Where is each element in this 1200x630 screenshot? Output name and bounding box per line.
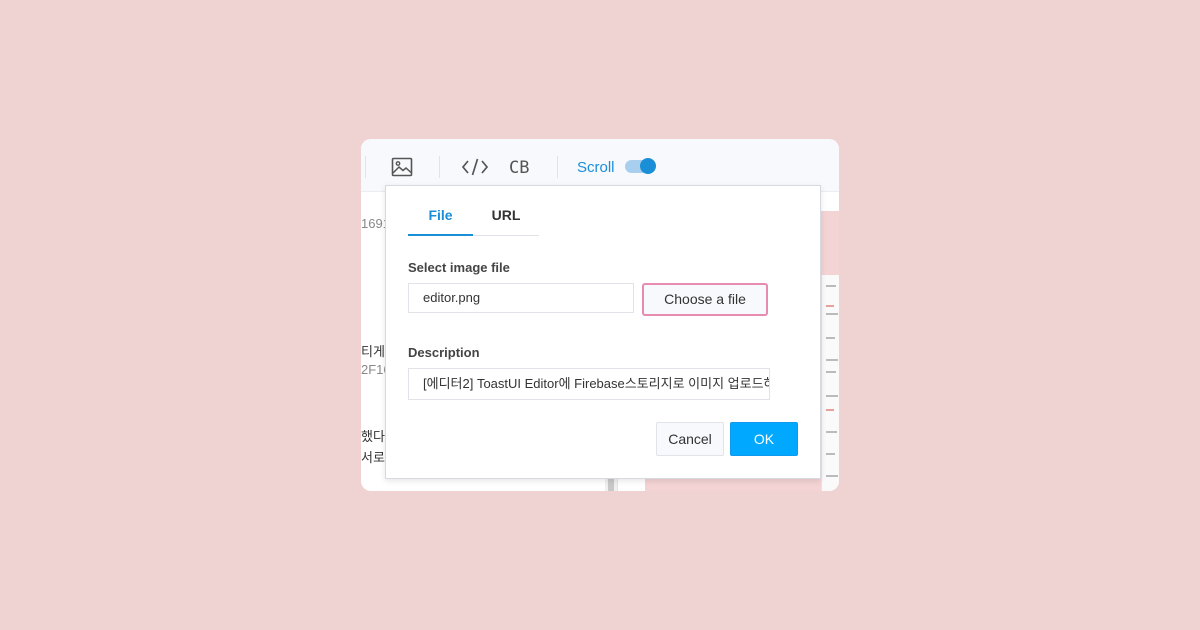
image-upload-dialog: File URL Select image file editor.png Ch… [385,185,821,479]
code-icon[interactable] [461,154,489,180]
dialog-tabs: File URL [408,202,539,236]
tab-file[interactable]: File [408,202,473,236]
preview-document [821,275,839,491]
file-name-field[interactable]: editor.png [408,283,634,313]
preview-image [819,211,839,277]
preview-line [826,337,835,339]
preview-pane [819,211,839,491]
scroll-sync-label: Scroll [577,159,615,176]
select-file-label: Select image file [408,260,510,275]
preview-line [826,285,836,287]
editor-text-fragment: 티게 [361,344,385,359]
preview-line [826,359,838,361]
preview-line [826,313,838,315]
editor-text-fragment: 서로 [361,450,385,465]
preview-line [826,305,834,307]
preview-line [826,453,835,455]
image-icon[interactable] [388,154,416,180]
toolbar-divider [439,156,440,178]
toggle-knob [640,158,656,174]
preview-line [826,409,834,411]
description-field[interactable]: [에디터2] ToastUI Editor에 Firebase스토리지로 이미지… [408,368,770,400]
tab-url[interactable]: URL [473,202,539,234]
cancel-button[interactable]: Cancel [656,422,724,456]
preview-line [826,431,837,433]
preview-image-edge [645,478,821,491]
codeblock-button[interactable]: CB [509,158,529,178]
ok-button[interactable]: OK [730,422,798,456]
choose-file-button[interactable]: Choose a file [642,283,768,316]
description-label: Description [408,345,480,360]
preview-line [826,475,838,477]
scroll-sync-toggle[interactable] [625,158,656,174]
preview-line [826,371,836,373]
toolbar-divider [365,156,366,178]
toolbar-divider [557,156,558,178]
preview-line [826,395,838,397]
